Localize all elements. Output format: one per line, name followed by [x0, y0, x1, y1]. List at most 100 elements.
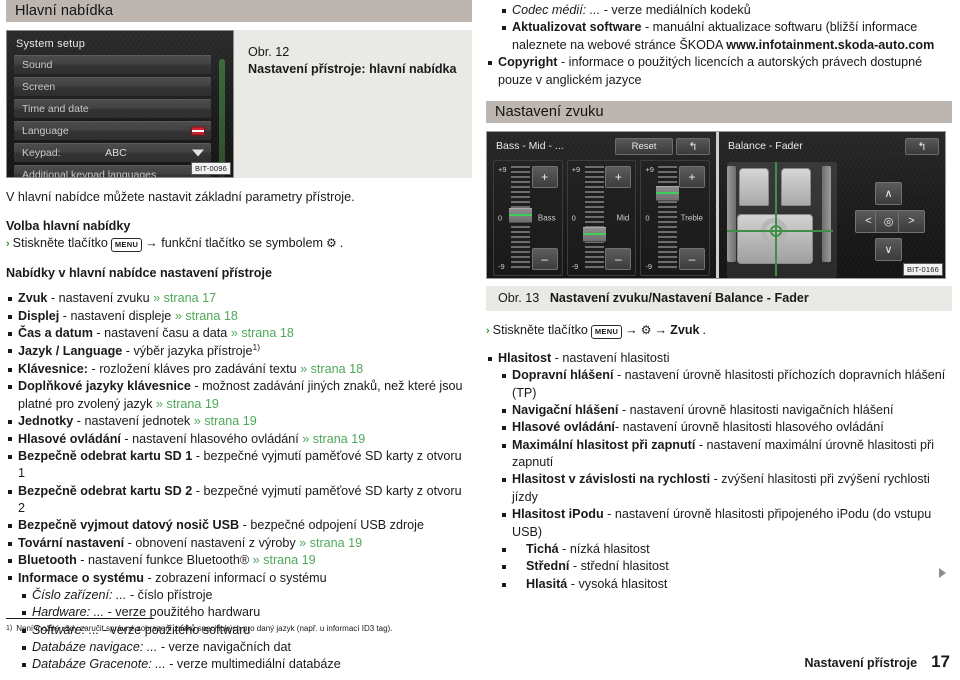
list-item: Jazyk / Language - výběr jazyka přístroj… — [6, 342, 472, 361]
eq-max-label: +9 — [498, 164, 507, 174]
list-item: Bluetooth - nastavení funkce Bluetooth® … — [6, 552, 472, 569]
eq-slider-knob[interactable] — [656, 185, 680, 201]
eq-band-bass[interactable]: +9 0 -9 Bass + – — [493, 159, 563, 276]
eq-plus-button[interactable]: + — [679, 165, 706, 188]
ivi-list-item-time-and-date[interactable]: Time and date — [14, 99, 211, 118]
equalizer-bands: +9 0 -9 Bass + – +9 0 -9 Mid + – +9 0 -9… — [493, 159, 711, 276]
seat-front-right-icon — [781, 167, 811, 206]
figure-title: Nastavení přístroje: hlavní nabídka — [248, 61, 457, 76]
figure-12: System setup Sound Screen Time and date … — [6, 30, 472, 178]
step-text-end: . — [339, 236, 344, 251]
infotainment-screenshot-main-menu: System setup Sound Screen Time and date … — [6, 30, 234, 178]
gear-icon: ⚙ — [640, 322, 652, 337]
infotainment-screenshot-audio: Bass - Mid - ... Reset ↰ +9 0 -9 Bass + … — [486, 130, 946, 279]
eq-plus-button[interactable]: + — [605, 165, 632, 188]
dpad-right-button[interactable]: > — [898, 209, 925, 233]
list-item: Informace o systému - zobrazení informac… — [6, 570, 472, 587]
flag-icon — [191, 126, 205, 136]
right-column: Codec médií: ... - verze mediálních kode… — [486, 0, 952, 680]
door-right-icon — [822, 165, 831, 262]
eq-plus-button[interactable]: + — [531, 165, 558, 188]
eq-min-label: -9 — [571, 261, 579, 271]
step-text-before: Stiskněte tlačítko — [492, 322, 588, 337]
right-top-list: Codec médií: ... - verze mediálních kode… — [486, 2, 952, 89]
list-item: Dopravní hlášení - nastavení úrovně hlas… — [486, 367, 952, 402]
footer-section-title: Nastavení přístroje — [804, 656, 918, 670]
eq-mid-label: 0 — [498, 213, 503, 223]
eq-mid-label: 0 — [571, 213, 576, 223]
list-item: Bezpečně odebrat kartu SD 1 - bezpečné v… — [6, 448, 472, 483]
list-item: Tovární nastavení - obnovení nastavení z… — [6, 535, 472, 552]
back-icon[interactable]: ↰ — [905, 137, 939, 155]
figure-number: Obr. 13 — [498, 290, 540, 305]
list-item: Databáze Gracenote: ... - verze multimed… — [6, 656, 472, 673]
list-item: Aktualizovat software - manuální aktuali… — [486, 19, 952, 54]
list-item: Bezpečně vyjmout datový nosič USB - bezp… — [6, 517, 472, 534]
continuation-arrow-icon — [939, 568, 946, 578]
list-item: Databáze navigace: ... - verze navigační… — [6, 639, 472, 656]
menu-button-key: MENU — [110, 238, 143, 253]
ivi-list-item-sound[interactable]: Sound — [14, 55, 211, 74]
footnote-area: 1) Není možné vždy zaručit správné zobra… — [6, 618, 476, 634]
left-menu-list: Zvuk - nastavení zvuku » strana 17 Displ… — [6, 290, 472, 673]
section-header-main-menu: Hlavní nabídka — [6, 0, 472, 22]
eq-minus-button[interactable]: – — [605, 247, 632, 270]
eq-minus-button[interactable]: – — [531, 247, 558, 270]
ivi-item-label: Keypad: — [22, 147, 61, 159]
list-item: Hlasové ovládání- nastavení úrovně hlasi… — [486, 419, 952, 436]
eq-minus-button[interactable]: – — [679, 247, 706, 270]
dpad-up-button[interactable]: ∧ — [875, 181, 902, 205]
step-text-before: Stiskněte tlačítko — [12, 236, 108, 251]
ivi-list-item-keypad[interactable]: Keypad: ABC — [14, 143, 211, 162]
back-icon[interactable]: ↰ — [676, 137, 710, 155]
figure-title: Nastavení zvuku/Nastavení Balance - Fade… — [549, 290, 809, 305]
step-arrow-icon: › — [6, 238, 10, 251]
list-item: Tichá - nízká hlasitost — [486, 541, 952, 558]
eq-slider-knob[interactable] — [582, 226, 606, 242]
figure-number: Obr. 12 — [248, 45, 290, 59]
ivi-list-item-language[interactable]: Language — [14, 121, 211, 140]
manual-page: Hlavní nabídka System setup Sound Screen… — [0, 0, 960, 680]
balance-fader-dpad: ∧ < ◎ > ∨ — [837, 160, 939, 278]
equalizer-title: Bass - Mid - ... — [496, 140, 564, 153]
eq-min-label: -9 — [498, 261, 505, 271]
page-footer: Nastavení přístroje 17 — [805, 652, 950, 672]
eq-mid-label: 0 — [645, 213, 650, 223]
balance-fader-body: ∧ < ◎ > ∨ — [725, 160, 939, 278]
step-arrow-1: → — [625, 322, 638, 337]
eq-slider-knob[interactable] — [509, 207, 532, 223]
door-left-icon — [727, 165, 736, 262]
ivi-list-item-screen[interactable]: Screen — [14, 77, 211, 96]
reset-button[interactable]: Reset — [615, 137, 673, 155]
figure-12-caption: Obr. 12 Nastavení přístroje: hlavní nabí… — [234, 30, 472, 178]
intro-paragraph: V hlavní nabídce můžete nastavit základn… — [6, 190, 355, 204]
page-number: 17 — [931, 652, 950, 671]
eq-min-label: -9 — [645, 261, 653, 271]
eq-band-treble[interactable]: +9 0 -9 Treble + – — [640, 159, 711, 276]
car-seating-diagram[interactable] — [725, 160, 837, 278]
list-item: Displej - nastavení displeje » strana 18 — [6, 308, 472, 325]
right-volume-list: Hlasitost - nastavení hlasitosti Dopravn… — [486, 350, 952, 593]
list-item: Hlasitost iPodu - nastavení úrovně hlasi… — [486, 506, 952, 541]
ivi-item-label: Additional keypad languages — [22, 169, 157, 178]
sound-focus-marker[interactable] — [770, 224, 782, 237]
dpad-down-button[interactable]: ∨ — [875, 237, 902, 261]
equalizer-pane: Bass - Mid - ... Reset ↰ +9 0 -9 Bass + … — [487, 131, 719, 278]
step-arrow-2: → — [654, 322, 668, 337]
step-instruction-left: › Stiskněte tlačítko MENU → funkční tlač… — [6, 234, 472, 253]
list-item: Codec médií: ... - verze mediálních kode… — [486, 2, 952, 19]
eq-band-mid[interactable]: +9 0 -9 Mid + – — [566, 159, 637, 276]
ivi-scrollbar-thumb[interactable] — [219, 58, 225, 167]
ivi-scrollbar[interactable] — [219, 56, 225, 177]
list-item: Střední - střední hlasitost — [486, 558, 952, 575]
list-item: Hlasové ovládání - nastavení hlasového o… — [6, 431, 472, 448]
ivi-list-item-additional-keypad-languages[interactable]: Additional keypad languages — [14, 165, 211, 178]
subheading-select-main-menu: Volba hlavní nabídky — [6, 219, 131, 234]
footnote: 1) Není možné vždy zaručit správné zobra… — [6, 624, 476, 634]
list-item: Navigační hlášení - nastavení úrovně hla… — [486, 402, 952, 419]
chevron-down-icon[interactable] — [192, 149, 204, 157]
list-item: Číslo zařízení: ... - číslo přístroje — [6, 587, 472, 604]
left-column: Hlavní nabídka System setup Sound Screen… — [6, 0, 472, 680]
list-item: Hlasitost v závislosti na rychlosti - zv… — [486, 471, 952, 506]
section-title-text: Hlavní nabídka — [15, 3, 114, 19]
